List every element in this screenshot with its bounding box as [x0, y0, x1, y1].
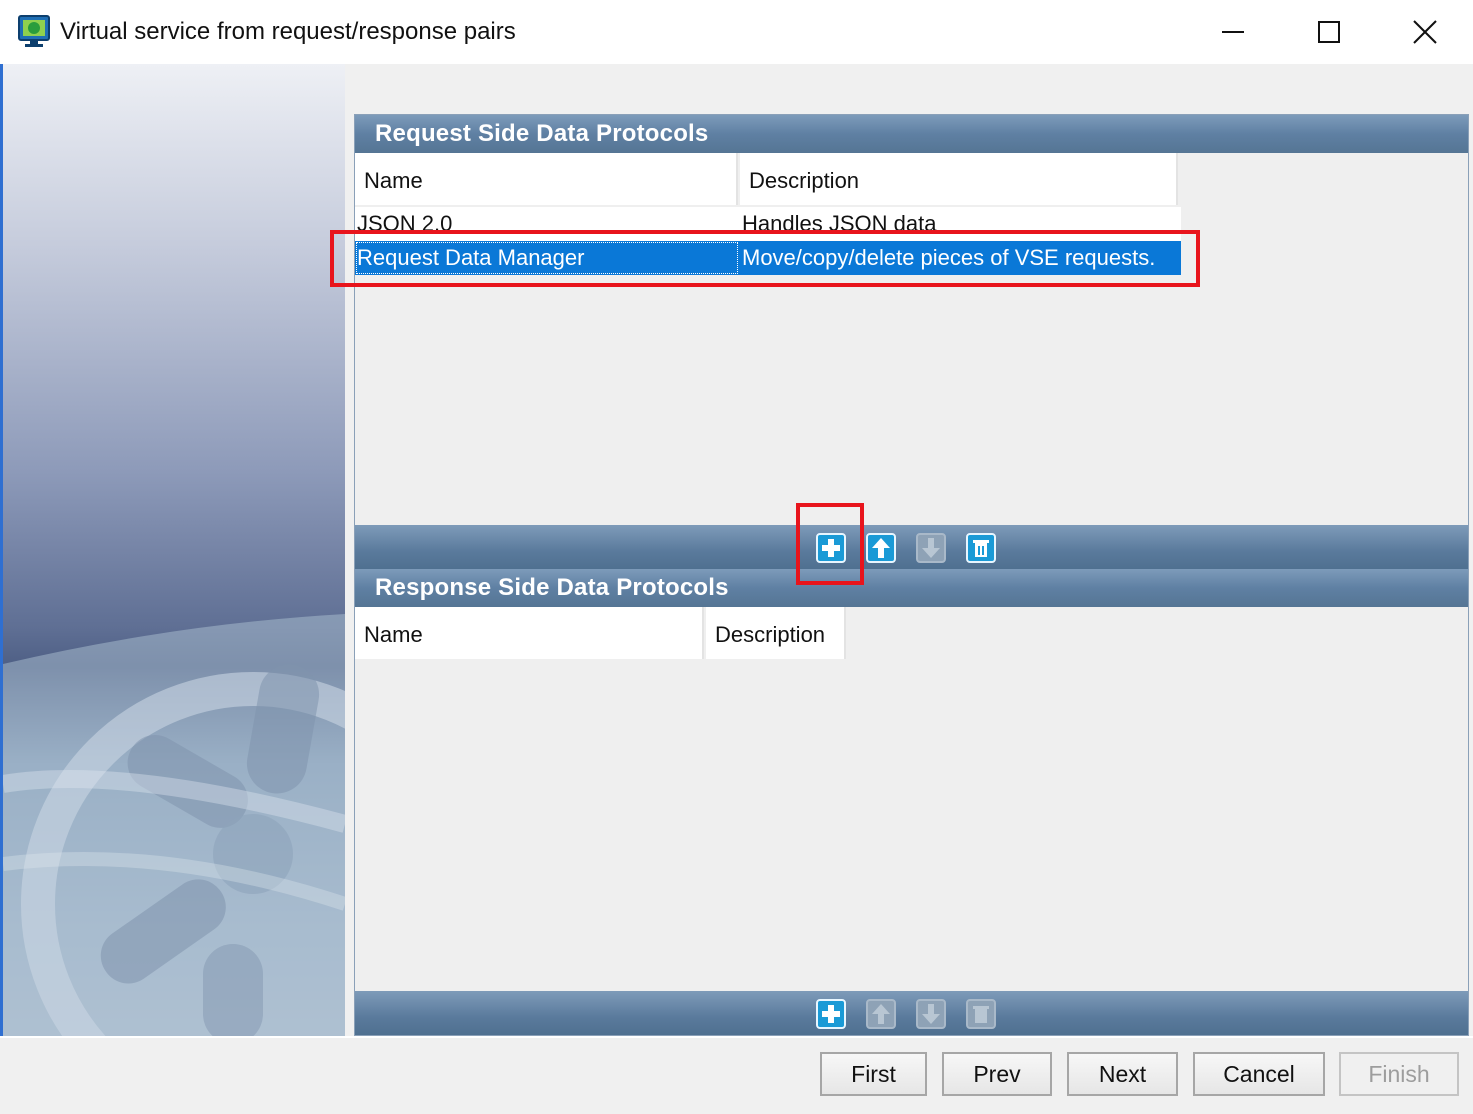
minimize-button[interactable]	[1185, 0, 1281, 64]
move-down-button[interactable]	[916, 999, 946, 1029]
delete-icon	[966, 999, 996, 1029]
protocol-description-cell: Handles JSON data	[739, 207, 1181, 241]
delete-icon	[966, 533, 996, 563]
move-up-button[interactable]	[866, 999, 896, 1029]
add-protocol-button[interactable]	[816, 533, 846, 563]
add-icon	[816, 999, 846, 1029]
close-icon	[1413, 20, 1437, 44]
cancel-button[interactable]: Cancel	[1193, 1052, 1325, 1096]
maximize-button[interactable]	[1281, 0, 1377, 64]
protocol-name-cell: Request Data Manager	[355, 241, 739, 275]
response-protocols-panel: Response Side Data Protocols Name Descri…	[354, 569, 1469, 1036]
response-description-column-header[interactable]: Description	[706, 607, 846, 659]
delete-protocol-button[interactable]	[966, 999, 996, 1029]
app-icon	[18, 14, 52, 48]
protocol-name-cell: JSON 2.0	[355, 207, 739, 241]
request-name-column-header[interactable]: Name	[355, 153, 738, 205]
wizard-side-image	[3, 64, 345, 1036]
request-panel-title: Request Side Data Protocols	[355, 115, 1468, 153]
move-up-button[interactable]	[866, 533, 896, 563]
close-button[interactable]	[1377, 0, 1473, 64]
move-up-icon	[866, 533, 896, 563]
move-down-icon	[916, 533, 946, 563]
first-button[interactable]: First	[820, 1052, 927, 1096]
request-description-column-header[interactable]: Description	[740, 153, 1178, 205]
move-down-button[interactable]	[916, 533, 946, 563]
response-name-column-header[interactable]: Name	[355, 607, 704, 659]
delete-protocol-button[interactable]	[966, 533, 996, 563]
response-toolbar	[355, 991, 1468, 1035]
next-button[interactable]: Next	[1067, 1052, 1178, 1096]
maximize-icon	[1318, 21, 1340, 43]
table-row[interactable]: JSON 2.0 Handles JSON data	[355, 207, 1181, 241]
title-bar: Virtual service from request/response pa…	[0, 0, 1473, 64]
move-down-icon	[916, 999, 946, 1029]
request-protocols-panel: Request Side Data Protocols Name Descrip…	[354, 114, 1469, 570]
response-panel-title: Response Side Data Protocols	[355, 569, 1468, 607]
add-icon	[816, 533, 846, 563]
finish-button[interactable]: Finish	[1339, 1052, 1459, 1096]
move-up-icon	[866, 999, 896, 1029]
window-title: Virtual service from request/response pa…	[60, 18, 516, 45]
protocol-description-cell: Move/copy/delete pieces of VSE requests.	[739, 241, 1181, 275]
prev-button[interactable]: Prev	[942, 1052, 1052, 1096]
add-protocol-button[interactable]	[816, 999, 846, 1029]
request-toolbar	[355, 525, 1468, 569]
table-row-selected[interactable]: Request Data Manager Move/copy/delete pi…	[355, 241, 1181, 275]
minimize-icon	[1222, 31, 1244, 33]
